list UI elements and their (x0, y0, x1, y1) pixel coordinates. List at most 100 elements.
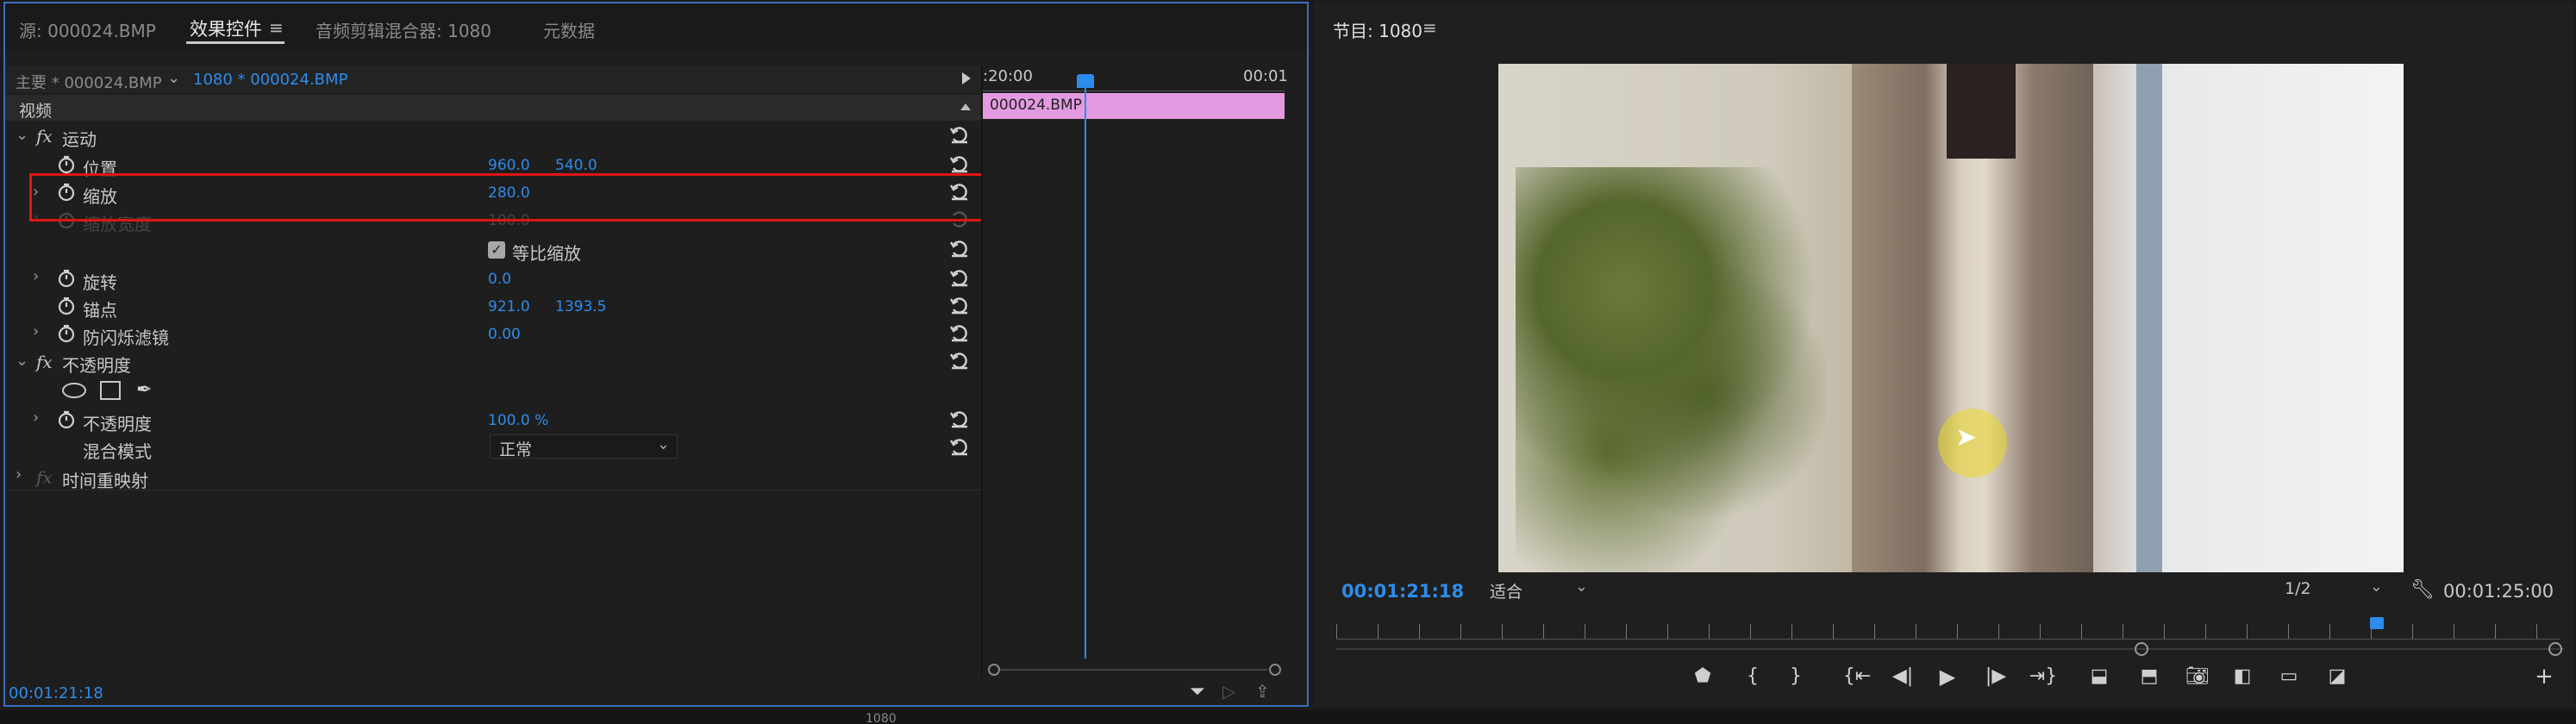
opacity-group-label: 不透明度 (62, 355, 131, 376)
position-y-value[interactable]: 540.0 (555, 157, 597, 174)
ellipse-mask-icon[interactable] (62, 383, 86, 398)
timeline-clip-name: 000024.BMP (990, 97, 1082, 114)
bottom-tab-partial[interactable]: 1080 (866, 712, 897, 724)
antiflicker-expand-chevron[interactable]: › (33, 322, 39, 340)
mark-in-icon[interactable]: { (1740, 664, 1766, 690)
reset-icon[interactable] (949, 240, 969, 259)
opacity-expand-chevron[interactable]: ⌄ (16, 352, 28, 370)
tab-program-monitor[interactable]: 节目: 1080 (1333, 17, 1422, 42)
play-only-audio-icon[interactable] (962, 72, 971, 84)
extract-icon[interactable]: ⬒ (2135, 664, 2164, 690)
timeline-zoom-scrollbar[interactable] (988, 664, 1281, 676)
step-forward-icon[interactable]: |▶ (1983, 664, 2009, 690)
scroll-handle-left[interactable] (988, 664, 1000, 676)
panel-menu-icon[interactable]: ≡ (269, 17, 284, 38)
uniform-scale-checkbox[interactable]: ✓ (488, 241, 505, 259)
scroll-handle-left[interactable] (2135, 642, 2148, 656)
panel-menu-icon[interactable]: ≡ (1422, 17, 1437, 38)
video-section-label: 视频 (19, 102, 53, 121)
stopwatch-icon[interactable] (57, 155, 76, 174)
anchor-y-value[interactable]: 1393.5 (555, 298, 606, 315)
reset-icon[interactable] (949, 126, 969, 145)
master-clip-label[interactable]: 主要 * 000024.BMP (16, 71, 162, 93)
antiflicker-label: 防闪烁滤镜 (83, 328, 169, 348)
fx-icon[interactable]: fx (36, 467, 53, 488)
button-editor-plus-icon[interactable]: + (2531, 664, 2557, 690)
mouse-cursor-icon: ➤ (1955, 422, 1978, 452)
program-current-time[interactable]: 00:01:21:18 (1341, 581, 1464, 602)
reset-icon[interactable] (949, 352, 969, 371)
reset-icon[interactable] (949, 155, 969, 174)
tab-audio-clip-mixer[interactable]: 音频剪辑混合器: 1080 (316, 17, 491, 42)
anchor-label: 锚点 (83, 300, 117, 321)
resolution-select[interactable]: 1/2 ⌄ (2276, 577, 2388, 602)
toggle-proxies-icon[interactable]: ▭ (2274, 664, 2304, 690)
reset-icon[interactable] (949, 296, 969, 315)
anchor-x-value[interactable]: 921.0 (488, 298, 530, 315)
tab-effect-controls-underline (186, 41, 284, 44)
reset-icon[interactable] (949, 269, 969, 288)
go-to-in-icon[interactable]: {⇤ (1841, 664, 1873, 690)
program-zoom-scrollbar[interactable] (1336, 641, 2564, 657)
scroll-handle-right[interactable] (1269, 664, 1281, 676)
timeline-ruler (983, 86, 1285, 91)
blend-mode-label: 混合模式 (83, 441, 152, 462)
vr-video-icon[interactable]: ◪ (2323, 664, 2352, 690)
person-hair (1947, 64, 2016, 159)
rectangle-mask-icon[interactable] (100, 381, 121, 400)
sequence-clip-label[interactable]: 1080 * 000024.BMP (193, 71, 347, 89)
tab-metadata[interactable]: 元数据 (543, 17, 595, 42)
timeline-start-time: :20:00 (983, 67, 1033, 85)
playhead-handle-icon[interactable] (1077, 74, 1094, 88)
scroll-up-icon[interactable] (960, 103, 971, 110)
timeline-clip[interactable]: 000024.BMP (983, 93, 1285, 119)
mark-out-icon[interactable]: } (1783, 664, 1809, 690)
stopwatch-icon[interactable] (57, 324, 76, 343)
uniform-scale-label: 等比缩放 (512, 243, 581, 264)
export-frame-camera-icon[interactable]: 📷︎ (2185, 664, 2210, 690)
stopwatch-icon[interactable] (57, 269, 76, 288)
reset-icon[interactable] (949, 324, 969, 343)
program-duration: 00:01:25:00 (2443, 581, 2554, 602)
video-frame[interactable]: ➤ (1498, 64, 2404, 572)
tab-source[interactable]: 源: 000024.BMP (19, 17, 156, 42)
chevron-down-icon[interactable]: ⌄ (167, 69, 180, 87)
rotation-expand-chevron[interactable]: › (33, 267, 39, 285)
timeline-playhead[interactable] (1085, 76, 1086, 658)
rotation-label: 旋转 (83, 272, 117, 293)
plant-leaves (1516, 167, 1826, 572)
time-remap-expand-chevron[interactable]: › (16, 465, 22, 484)
pen-mask-icon[interactable]: ✒ (136, 379, 152, 401)
filter-icon[interactable]: ⏷ (1190, 681, 1205, 702)
antiflicker-value[interactable]: 0.00 (488, 326, 521, 343)
tab-effect-controls[interactable]: 效果控件 (190, 16, 262, 41)
lift-icon[interactable]: ⬓ (2085, 664, 2114, 690)
play-audio-icon[interactable]: ▷ (1222, 681, 1235, 702)
wrench-icon[interactable]: 🔧︎ (2410, 579, 2435, 601)
fx-icon[interactable]: fx (36, 352, 53, 372)
add-marker-icon[interactable]: ⬟ (1690, 664, 1716, 690)
rotation-value[interactable]: 0.0 (488, 271, 511, 288)
scroll-handle-right[interactable] (2548, 642, 2562, 656)
opacity-value[interactable]: 100.0 % (488, 412, 548, 429)
stopwatch-icon[interactable] (57, 410, 76, 429)
comparison-view-icon[interactable]: ◧ (2228, 664, 2257, 690)
highlight-box (29, 173, 1012, 222)
step-back-icon[interactable]: ◀| (1890, 664, 1916, 690)
zoom-select[interactable]: 适合 ⌄ (1481, 577, 1593, 602)
go-to-out-icon[interactable]: ⇥} (2028, 664, 2059, 690)
zoom-value: 适合 (1490, 583, 1523, 602)
motion-expand-chevron[interactable]: ⌄ (16, 126, 28, 144)
reset-icon[interactable] (949, 438, 969, 457)
position-x-value[interactable]: 960.0 (488, 157, 530, 174)
blend-mode-select[interactable]: 正常 ⌄ (490, 434, 678, 459)
effect-controls-timecode[interactable]: 00:01:21:18 (9, 684, 103, 702)
chevron-down-icon: ⌄ (1574, 577, 1588, 596)
fx-icon[interactable]: fx (36, 126, 53, 147)
export-icon[interactable]: ⇪ (1255, 681, 1270, 702)
stopwatch-icon[interactable] (57, 296, 76, 315)
program-playhead[interactable] (2370, 617, 2384, 629)
reset-icon[interactable] (949, 410, 969, 429)
play-button-icon[interactable]: ▶ (1935, 664, 1960, 690)
opacity-value-expand-chevron[interactable]: › (33, 409, 39, 427)
